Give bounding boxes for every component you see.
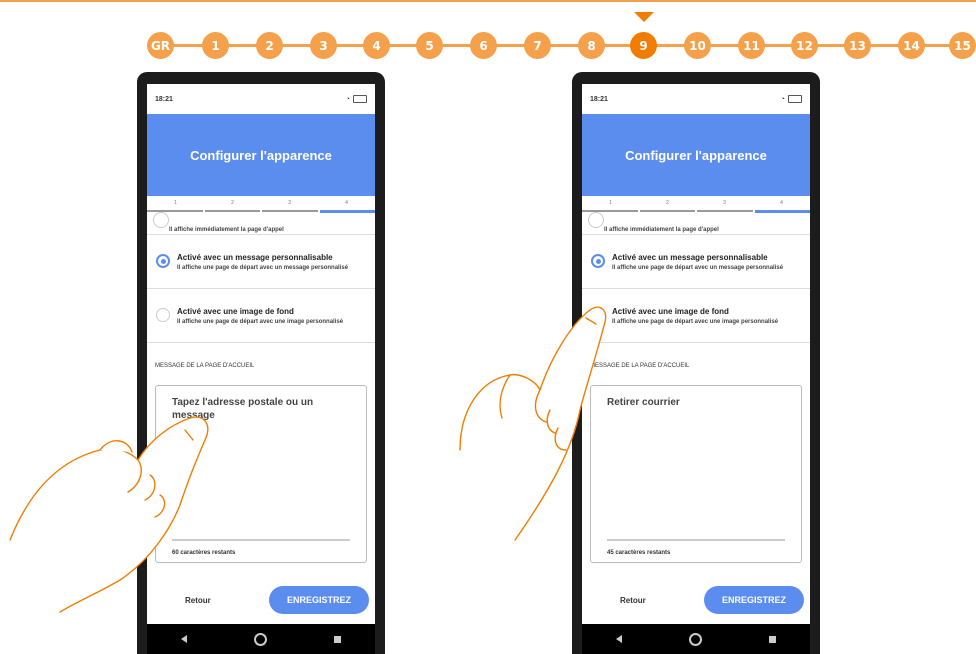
- radio-background-image[interactable]: [156, 307, 170, 322]
- progress-step-label: 1: [609, 200, 612, 206]
- option-subtitle: Il affiche une page de départ avec un me…: [612, 264, 784, 271]
- step-5[interactable]: 5: [416, 32, 443, 59]
- back-button[interactable]: Retour: [620, 596, 646, 605]
- wizard-progress: 1 2 3 4: [147, 196, 375, 218]
- option-immediate-subtitle: Il affiche immédiatement la page d'appel: [169, 227, 284, 233]
- progress-bar-segment: [204, 210, 260, 212]
- step-14[interactable]: 14: [898, 32, 925, 59]
- nav-recent-icon[interactable]: [769, 635, 777, 643]
- option-background-image[interactable]: Activé avec une image de fond Il affiche…: [147, 289, 375, 343]
- wifi-icon: ◔: [345, 95, 350, 103]
- textarea-underline: [607, 539, 785, 541]
- option-custom-message[interactable]: Activé avec un message personnalisable I…: [582, 235, 810, 289]
- step-15[interactable]: 15: [949, 32, 976, 59]
- progress-step-label: 1: [174, 200, 177, 206]
- pointing-hand-right-icon: [459, 306, 607, 541]
- status-bar: 18:21 ◔: [147, 84, 375, 114]
- app-title: Configurer l'apparence: [582, 114, 810, 196]
- step-13[interactable]: 13: [844, 32, 871, 59]
- nav-recent-icon[interactable]: [334, 635, 342, 643]
- footer-actions: Retour ENREGISTREZ: [582, 576, 810, 624]
- status-time: 18:21: [155, 95, 173, 103]
- section-label: MESSAGE DE LA PAGE D'ACCUEIL: [155, 363, 255, 369]
- step-7[interactable]: 7: [524, 32, 551, 59]
- android-nav-bar: [147, 624, 375, 654]
- progress-bar-segment: [697, 210, 753, 212]
- wizard-progress: 1 2 3 4: [582, 196, 810, 218]
- step-3[interactable]: 3: [310, 32, 337, 59]
- progress-bar-segment: [582, 210, 638, 212]
- nav-home-icon[interactable]: [253, 632, 267, 646]
- progress-step-label: 2: [231, 200, 234, 206]
- step-10[interactable]: 10: [684, 32, 711, 59]
- step-12[interactable]: 12: [791, 32, 818, 59]
- progress-step-label: 3: [723, 200, 726, 206]
- progress-step-label: 3: [288, 200, 291, 206]
- option-subtitle: Il affiche une page de départ avec un me…: [177, 264, 349, 271]
- progress-bar-segment: [147, 210, 203, 212]
- radio-immediate[interactable]: [588, 212, 604, 228]
- option-immediate[interactable]: Il affiche immédiatement la page d'appel: [147, 212, 375, 235]
- nav-back-icon[interactable]: [615, 635, 622, 643]
- step-11[interactable]: 11: [738, 32, 765, 59]
- message-textarea[interactable]: Retirer courrier 45 caractères restants: [590, 385, 802, 563]
- option-subtitle: Il affiche une page de départ avec une i…: [177, 318, 344, 325]
- step-gr[interactable]: GR: [147, 32, 174, 59]
- app-title: Configurer l'apparence: [147, 114, 375, 196]
- radio-custom-message-selected[interactable]: [591, 253, 605, 268]
- battery-icon: [788, 95, 802, 103]
- pointing-hand-left-icon: [9, 416, 209, 613]
- step-1[interactable]: 1: [202, 32, 229, 59]
- progress-bar-segment-active: [754, 210, 810, 213]
- battery-icon: [353, 95, 367, 103]
- option-custom-message[interactable]: Activé avec un message personnalisable I…: [147, 235, 375, 289]
- progress-step-label: 2: [666, 200, 669, 206]
- option-subtitle: Il affiche une page de départ avec une i…: [612, 318, 779, 325]
- progress-step-label: 4: [345, 200, 348, 206]
- step-6[interactable]: 6: [470, 32, 497, 59]
- option-title: Activé avec un message personnalisable: [612, 252, 768, 262]
- progress-bar-segment: [639, 210, 695, 212]
- step-8[interactable]: 8: [578, 32, 605, 59]
- option-title: Activé avec une image de fond: [177, 306, 294, 316]
- android-nav-bar: [582, 624, 810, 654]
- nav-back-icon[interactable]: [180, 635, 187, 643]
- message-text[interactable]: Retirer courrier: [607, 396, 785, 409]
- radio-custom-message-selected[interactable]: [156, 253, 170, 268]
- tutorial-stepper: GR 1 2 3 4 5 6 7 8 9 10 11 12 13 14 15: [0, 0, 976, 60]
- save-button[interactable]: ENREGISTREZ: [704, 586, 804, 614]
- progress-bar-segment-active: [319, 210, 375, 213]
- status-icons: ◔: [346, 95, 367, 103]
- option-title: Activé avec une image de fond: [612, 306, 729, 316]
- nav-home-icon[interactable]: [688, 632, 702, 646]
- radio-immediate[interactable]: [153, 212, 169, 228]
- option-immediate-subtitle: Il affiche immédiatement la page d'appel: [604, 227, 719, 233]
- option-immediate[interactable]: Il affiche immédiatement la page d'appel: [582, 212, 810, 235]
- step-2[interactable]: 2: [256, 32, 283, 59]
- status-icons: ◔: [781, 95, 802, 103]
- step-4[interactable]: 4: [363, 32, 390, 59]
- step-9-active[interactable]: 9: [630, 32, 657, 59]
- save-button[interactable]: ENREGISTREZ: [269, 586, 369, 614]
- char-counter: 45 caractères restants: [607, 550, 671, 556]
- status-bar: 18:21 ◔: [582, 84, 810, 114]
- status-time: 18:21: [590, 95, 608, 103]
- progress-bar-segment: [262, 210, 318, 212]
- wifi-icon: ◔: [780, 95, 785, 103]
- option-title: Activé avec un message personnalisable: [177, 252, 333, 262]
- progress-step-label: 4: [780, 200, 783, 206]
